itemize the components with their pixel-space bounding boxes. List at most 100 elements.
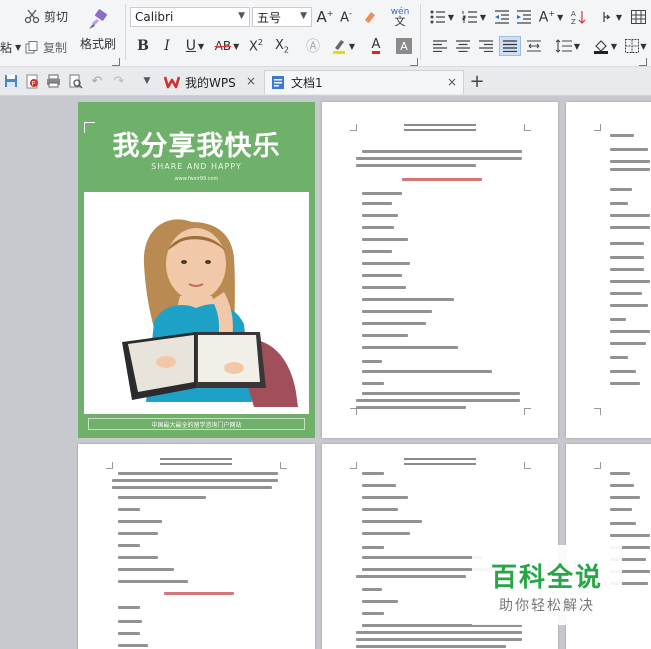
font-dialog-launcher[interactable]	[112, 58, 120, 66]
bullet-list-button[interactable]: ▼	[427, 7, 457, 27]
paste-button[interactable]: 粘 ▼	[0, 38, 21, 56]
svg-text:P: P	[31, 80, 35, 87]
text-line	[610, 268, 644, 271]
quick-access-dropdown[interactable]: ▼	[138, 72, 156, 90]
copy-button[interactable]: 复制	[24, 38, 67, 56]
line-spacing-button[interactable]: ▼	[553, 36, 583, 56]
borders-button[interactable]: ▼	[622, 36, 650, 56]
text-line	[356, 399, 520, 402]
justify-button[interactable]	[499, 36, 521, 56]
redo-button[interactable]: ↷	[110, 72, 128, 90]
bold-button[interactable]: B	[134, 36, 152, 56]
text-line	[362, 238, 408, 241]
strikethrough-button[interactable]: AB ▼	[212, 36, 242, 56]
text-line	[610, 356, 628, 359]
subscript-button[interactable]: X2	[272, 36, 292, 56]
clear-format-button[interactable]	[360, 7, 380, 27]
distributed-button[interactable]	[524, 36, 544, 56]
tab-label: 文档1	[291, 76, 323, 90]
pdf-icon: P	[26, 74, 38, 88]
document-page[interactable]	[566, 102, 651, 438]
text-line	[362, 392, 520, 395]
text-line	[118, 568, 174, 571]
table-button[interactable]	[628, 7, 648, 27]
chevron-down-icon: ▼	[143, 76, 151, 86]
text-line	[610, 496, 640, 499]
text-line	[362, 298, 454, 301]
text-line	[610, 134, 634, 137]
italic-button[interactable]: I	[158, 36, 176, 56]
page-header-line	[404, 463, 476, 465]
new-tab-button[interactable]: +	[468, 70, 486, 92]
sort-button[interactable]: AZ	[569, 7, 589, 27]
text-line	[164, 592, 234, 595]
crop-mark	[594, 462, 601, 469]
font-color-button[interactable]: A	[362, 36, 390, 56]
text-line	[610, 160, 650, 163]
text-line	[112, 479, 278, 482]
watermark-subtitle: 助你轻松解决	[499, 598, 595, 614]
crop-mark	[350, 124, 357, 131]
close-icon[interactable]: ×	[246, 74, 256, 88]
font-size-value: 五号	[257, 10, 282, 25]
text-line	[118, 556, 158, 559]
font-size-select[interactable]: 五号 ▼	[252, 7, 312, 27]
chevron-down-icon: ▼	[610, 41, 618, 51]
show-marks-button[interactable]: ▼	[597, 7, 625, 27]
plus-icon: +	[469, 70, 485, 92]
font-group-dialog-launcher[interactable]	[410, 58, 418, 66]
align-left-button[interactable]	[430, 36, 450, 56]
tab-document[interactable]: 文档1 ×	[264, 70, 464, 94]
close-icon[interactable]: ×	[447, 75, 457, 89]
paragraph-dialog-launcher[interactable]	[639, 58, 647, 66]
crop-mark	[350, 408, 357, 415]
char-shading-button[interactable]: A	[396, 38, 412, 54]
superscript-button[interactable]: X2	[246, 36, 266, 56]
text-line	[610, 304, 648, 307]
highlight-button[interactable]: ▼	[328, 36, 358, 56]
text-line	[362, 520, 422, 523]
text-effect-icon: Ⓐ	[306, 39, 320, 55]
document-page[interactable]	[78, 444, 315, 649]
text-effect-button[interactable]: Ⓐ	[302, 36, 324, 56]
font-family-select[interactable]: Calibri ▼	[130, 7, 250, 27]
change-case-button[interactable]: A+ ▼	[536, 7, 566, 27]
cover-page[interactable]: 我分享我快乐 SHARE AND HAPPY www.fwsir99.com 中…	[78, 102, 315, 438]
cut-button[interactable]: 剪切	[24, 6, 68, 26]
shading-button[interactable]: ▼	[590, 36, 620, 56]
increase-indent-button[interactable]	[514, 7, 534, 27]
text-line	[362, 150, 522, 153]
chevron-down-icon: ▼	[479, 12, 487, 22]
phonetic-guide-button[interactable]: wén 文	[386, 5, 414, 29]
grow-font-button[interactable]: A+	[316, 7, 334, 27]
chevron-down-icon: ▼	[233, 41, 240, 51]
align-right-button[interactable]	[476, 36, 496, 56]
export-pdf-button[interactable]: P	[23, 72, 41, 90]
print-button[interactable]	[44, 72, 62, 90]
tab-my-wps[interactable]: 我的WPS ×	[160, 70, 262, 94]
decrease-indent-button[interactable]	[492, 7, 512, 27]
undo-button[interactable]: ↶	[88, 72, 106, 90]
align-center-button[interactable]	[453, 36, 473, 56]
document-page[interactable]	[322, 102, 558, 438]
text-line	[362, 496, 408, 499]
page-header-line	[404, 458, 476, 460]
page-header-line	[160, 458, 232, 460]
shrink-font-button[interactable]: A-	[337, 7, 355, 27]
print-preview-button[interactable]	[66, 72, 84, 90]
text-line	[362, 274, 402, 277]
save-button[interactable]	[2, 72, 20, 90]
text-line	[610, 226, 650, 229]
bold-icon: B	[137, 38, 149, 54]
baike-watermark: 百科全说 助你轻松解决	[472, 545, 622, 625]
cover-website: www.fwsir99.com	[174, 176, 219, 182]
text-line	[356, 645, 506, 648]
numbered-list-button[interactable]: ▼	[459, 7, 489, 27]
underline-button[interactable]: U ▼	[181, 36, 209, 56]
crop-mark	[106, 462, 113, 469]
format-painter-button[interactable]: 格式刷	[76, 4, 120, 56]
svg-text:Z: Z	[571, 18, 576, 25]
paragraph-mark-icon	[603, 12, 611, 22]
text-line	[610, 484, 634, 487]
ribbon-separator	[420, 4, 421, 60]
